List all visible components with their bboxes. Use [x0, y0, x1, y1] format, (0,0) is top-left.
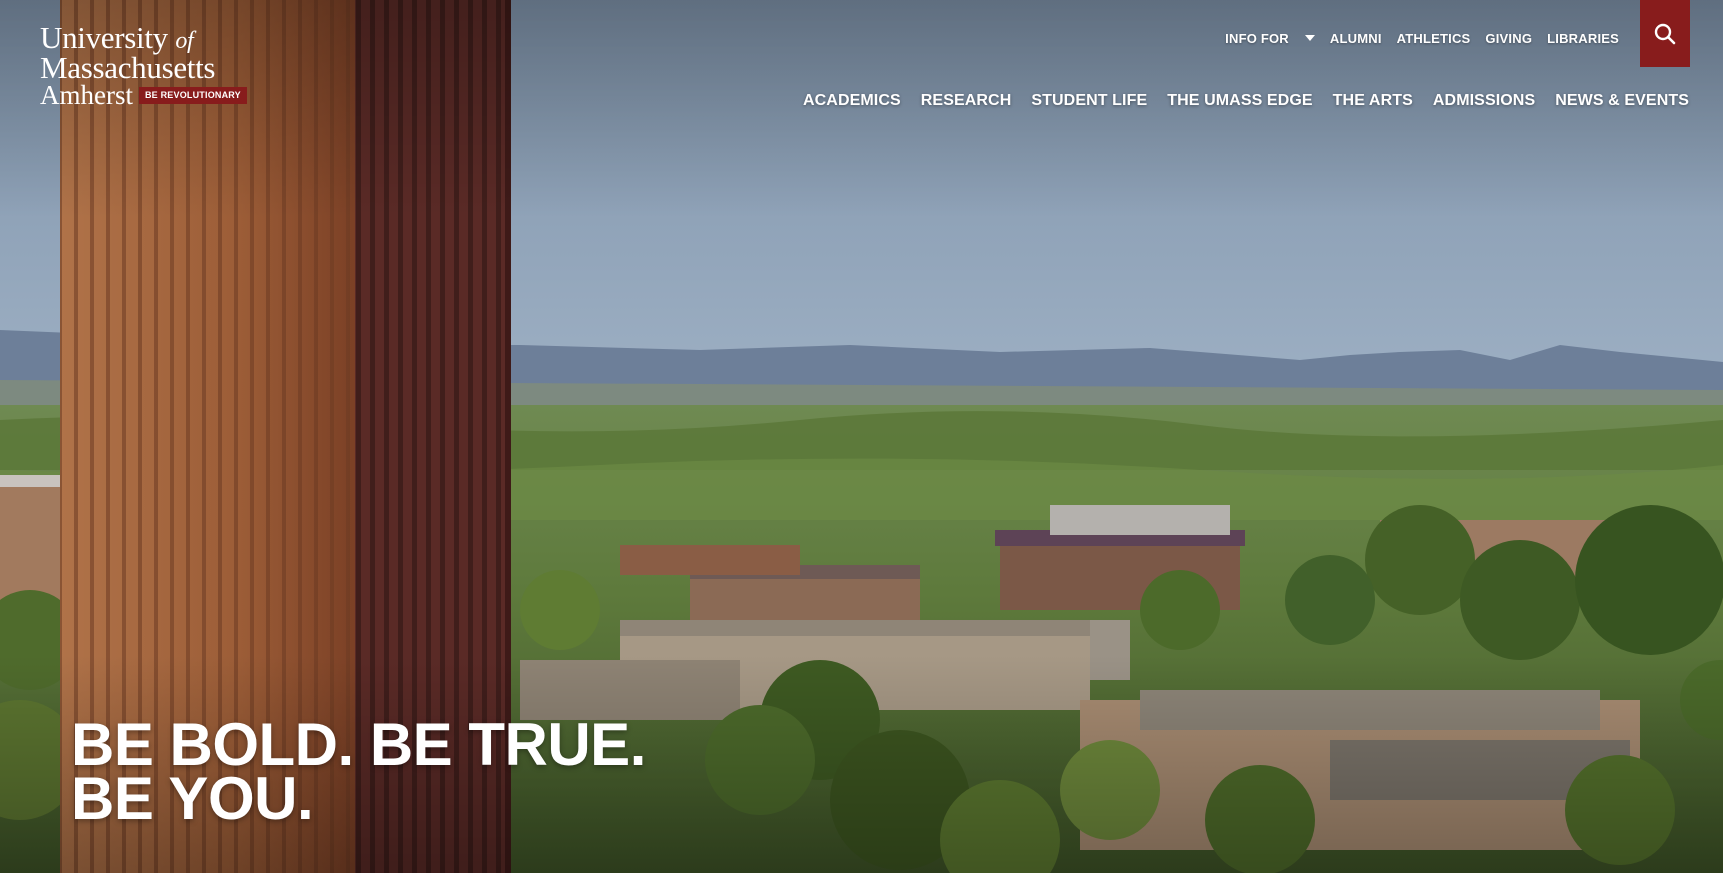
logo-line-university: University of	[40, 22, 247, 53]
hero-tagline: BE BOLD. BE TRUE. BE YOU.	[71, 711, 646, 832]
info-for-label: INFO FOR	[1225, 31, 1289, 46]
hero-tagline-line2: BE YOU.	[71, 765, 314, 832]
search-icon	[1654, 23, 1676, 44]
main-nav: ACADEMICS RESEARCH STUDENT LIFE THE UMAS…	[803, 92, 1689, 110]
logo-line-amherst: Amherst BE REVOLUTIONARY	[40, 82, 247, 109]
info-for-dropdown[interactable]: INFO FOR	[1225, 31, 1315, 46]
hero-tagline-line1: BE BOLD. BE TRUE.	[71, 711, 646, 778]
nav-the-arts[interactable]: THE ARTS	[1333, 92, 1413, 110]
util-link-giving[interactable]: GIVING	[1485, 31, 1532, 46]
nav-academics[interactable]: ACADEMICS	[803, 92, 901, 110]
logo-word-amherst: Amherst	[40, 80, 133, 110]
nav-admissions[interactable]: ADMISSIONS	[1433, 92, 1535, 110]
be-revolutionary-badge: BE REVOLUTIONARY	[138, 87, 247, 104]
utility-nav: INFO FOR ALUMNI ATHLETICS GIVING LIBRARI…	[1225, 31, 1619, 46]
util-link-alumni[interactable]: ALUMNI	[1330, 31, 1382, 46]
util-link-libraries[interactable]: LIBRARIES	[1547, 31, 1619, 46]
nav-the-umass-edge[interactable]: THE UMASS EDGE	[1167, 92, 1312, 110]
nav-news-events[interactable]: NEWS & EVENTS	[1555, 92, 1689, 110]
nav-research[interactable]: RESEARCH	[921, 92, 1012, 110]
util-link-athletics[interactable]: ATHLETICS	[1397, 31, 1471, 46]
umass-logo[interactable]: University of Massachusetts Amherst BE R…	[40, 22, 247, 109]
logo-line-massachusetts: Massachusetts	[40, 50, 216, 85]
caret-down-icon	[1304, 35, 1315, 41]
search-button[interactable]	[1640, 0, 1690, 67]
nav-student-life[interactable]: STUDENT LIFE	[1031, 92, 1147, 110]
